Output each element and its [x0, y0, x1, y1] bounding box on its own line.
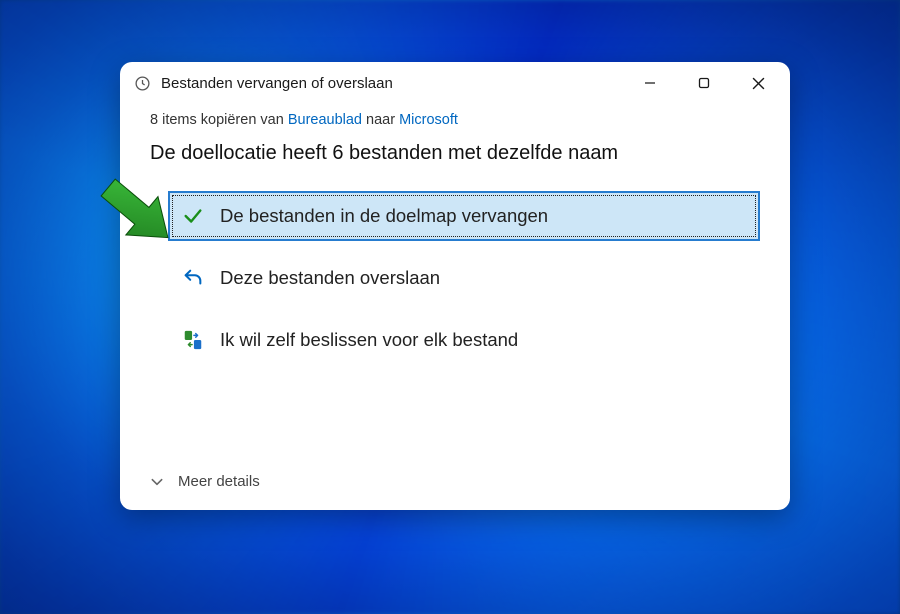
copy-summary: 8 items kopiëren van Bureaublad naar Mic…: [150, 112, 760, 128]
destination-location-link[interactable]: Microsoft: [399, 112, 458, 128]
undo-icon: [182, 267, 204, 289]
source-location-link[interactable]: Bureaublad: [288, 112, 362, 128]
checkmark-icon: [182, 205, 204, 227]
more-details-button[interactable]: Meer details: [178, 473, 260, 490]
option-replace-label: De bestanden in de doelmap vervangen: [220, 205, 548, 227]
minimize-button[interactable]: [624, 65, 676, 101]
option-skip[interactable]: Deze bestanden overslaan: [168, 253, 760, 303]
dialog-content: 8 items kopiëren van Bureaublad naar Mic…: [120, 104, 790, 469]
window-controls: [624, 65, 784, 101]
chevron-down-icon: [150, 475, 164, 489]
conflict-heading: De doellocatie heeft 6 bestanden met dez…: [150, 142, 760, 165]
dialog-footer: Meer details: [120, 469, 790, 510]
dialog-title: Bestanden vervangen of overslaan: [161, 75, 624, 92]
option-skip-label: Deze bestanden overslaan: [220, 267, 440, 289]
close-button[interactable]: [732, 65, 784, 101]
option-replace[interactable]: De bestanden in de doelmap vervangen: [168, 191, 760, 241]
titlebar: Bestanden vervangen of overslaan: [120, 62, 790, 104]
compare-icon: [182, 329, 204, 351]
options-list: De bestanden in de doelmap vervangen Dez…: [150, 191, 760, 365]
summary-prefix: 8 items kopiëren van: [150, 112, 288, 128]
summary-mid: naar: [362, 112, 399, 128]
replace-or-skip-dialog: Bestanden vervangen of overslaan 8 items…: [120, 62, 790, 510]
option-decide-label: Ik wil zelf beslissen voor elk bestand: [220, 329, 518, 351]
clock-icon: [134, 75, 151, 92]
option-decide[interactable]: Ik wil zelf beslissen voor elk bestand: [168, 315, 760, 365]
maximize-button[interactable]: [678, 65, 730, 101]
